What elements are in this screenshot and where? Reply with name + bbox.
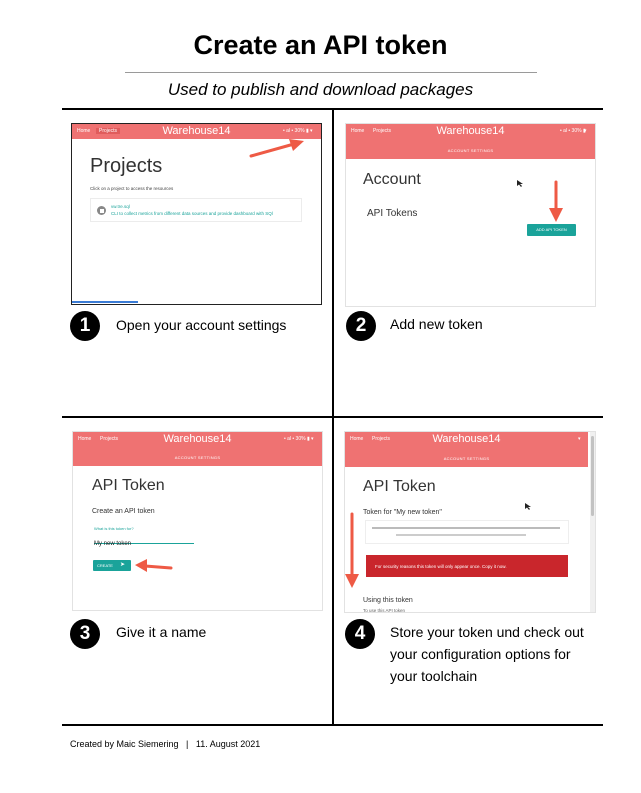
chevron-down-icon[interactable]: ▾ xyxy=(310,128,313,134)
arrow-icon xyxy=(135,559,173,572)
api-token-heading: API Token xyxy=(363,478,436,495)
create-button-label: CREATE xyxy=(97,563,113,568)
token-name-input[interactable]: My new token xyxy=(94,532,194,547)
step-text-4-line-1: Store your token und check out xyxy=(390,624,584,640)
account-heading: Account xyxy=(363,171,421,188)
page-subtitle: Used to publish and download packages xyxy=(167,80,474,99)
api-tokens-label: API Tokens xyxy=(367,208,418,219)
step-text-4-line-2: your configuration options for xyxy=(390,646,571,662)
app-header: Home Projects Warehouse14 ▾ ACCOUNT SETT… xyxy=(345,432,588,467)
chevron-down-icon[interactable]: ▾ xyxy=(311,436,314,442)
app-brand: Warehouse14 xyxy=(432,433,501,445)
projects-heading: Projects xyxy=(90,155,163,177)
token-name-label: What is this token for? xyxy=(94,526,134,531)
footer-credit: Created by Maic Siemering | 11. August 2… xyxy=(70,739,261,749)
screenshot-account: Home Projects Warehouse14 • al • 30% ▮ ▾… xyxy=(345,123,596,307)
app-header: Home Projects Warehouse14 • al • 30% ▮ ▾… xyxy=(73,432,322,466)
step-text-2: Add new token xyxy=(390,316,483,332)
title-divider xyxy=(125,72,537,73)
token-name-value: My new token xyxy=(94,541,132,547)
chevron-down-icon[interactable]: ▾ xyxy=(584,128,587,134)
status-indicator: • al • 30% ▮ xyxy=(283,128,309,134)
create-button[interactable]: CREATE ➤ xyxy=(93,560,131,571)
send-icon: ➤ xyxy=(120,562,126,568)
step-number-4: 4 xyxy=(345,619,375,649)
security-warning-text: For security reasons this token will onl… xyxy=(375,564,507,569)
cursor-icon xyxy=(525,503,531,510)
account-settings-label: ACCOUNT SETTINGS xyxy=(174,455,221,460)
chevron-down-icon[interactable]: ▾ xyxy=(578,436,581,442)
arrow-icon xyxy=(249,139,304,158)
step-text-4: Store your token und check out your conf… xyxy=(390,621,584,687)
using-token-text: To use this API token xyxy=(363,608,406,613)
screenshot-create-token: Home Projects Warehouse14 • al • 30% ▮ ▾… xyxy=(72,431,323,611)
step-number-3: 3 xyxy=(70,619,100,649)
step-text-4-line-3: your toolchain xyxy=(390,668,478,684)
app-brand: Warehouse14 xyxy=(436,125,505,137)
using-token-heading: Using this token xyxy=(363,597,413,604)
scrollbar[interactable] xyxy=(590,432,595,612)
project-name[interactable]: vw.tre.sql xyxy=(111,204,130,209)
step-text-3: Give it a name xyxy=(116,624,207,640)
grid-vertical-divider xyxy=(332,108,334,725)
api-token-heading: API Token xyxy=(92,477,165,494)
screenshot-token-created: Home Projects Warehouse14 ▾ ACCOUNT SETT… xyxy=(344,431,596,613)
arrow-icon xyxy=(345,512,359,588)
projects-hint: Click on a project to access the resourc… xyxy=(90,186,174,191)
token-for-label: Token for "My new token" xyxy=(363,509,442,516)
status-indicator: • al • 30% ▮ xyxy=(284,436,310,442)
step-number-2: 2 xyxy=(346,311,376,341)
token-value-field[interactable] xyxy=(365,520,569,544)
add-api-token-button[interactable]: ADD API TOKEN xyxy=(527,224,576,236)
project-description: CLI to collect metrics from different da… xyxy=(111,211,273,216)
package-icon xyxy=(97,206,106,215)
account-settings-label: ACCOUNT SETTINGS xyxy=(443,456,490,461)
create-token-subheading: Create an API token xyxy=(92,508,155,515)
status-indicator: • al • 30% ▮ xyxy=(560,128,586,134)
page-title: Create an API token xyxy=(193,30,448,60)
app-header: Home Projects Warehouse14 • al • 30% ▮ ▾… xyxy=(346,124,595,159)
step-number-1: 1 xyxy=(70,311,100,341)
scroll-indicator xyxy=(72,301,138,303)
account-settings-label: ACCOUNT SETTINGS xyxy=(447,148,494,153)
screenshot-projects: Home Projects Warehouse14 • al • 30% ▮ ▾… xyxy=(71,123,322,305)
project-card[interactable]: vw.tre.sql CLI to collect metrics from d… xyxy=(90,198,302,222)
app-header: Home Projects Warehouse14 • al • 30% ▮ ▾ xyxy=(72,124,321,139)
cursor-icon xyxy=(517,180,523,187)
step-text-1: Open your account settings xyxy=(116,317,287,333)
security-warning-banner: For security reasons this token will onl… xyxy=(366,555,568,577)
arrow-icon xyxy=(549,180,563,222)
